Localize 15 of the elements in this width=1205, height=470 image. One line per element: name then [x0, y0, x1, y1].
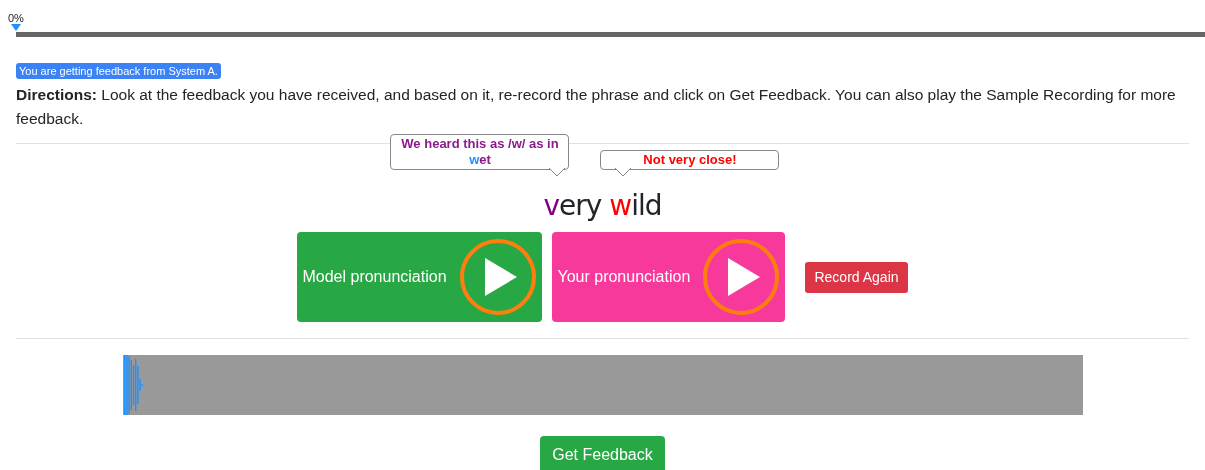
phrase-word: wild	[609, 189, 662, 222]
directions-text: Directions: Look at the feedback you have received, and based on it, re-record the phrase and click on Get Feedback. You can also play the Sample Recording for more feedback.	[16, 85, 1177, 129]
get-feedback-button[interactable]: Get Feedback	[540, 436, 665, 470]
phrase-word: very	[543, 189, 602, 222]
play-pronunciation-button[interactable]: Model pronunciation	[297, 232, 543, 322]
feedback-tooltip: Not very close!	[600, 150, 780, 178]
record-again-button[interactable]: Record Again	[805, 261, 908, 293]
play-pronunciation-button[interactable]: Your pronunciation	[552, 232, 786, 322]
tooltip-pointer-icon	[615, 168, 632, 177]
tooltip-pointer-icon	[549, 168, 566, 177]
play-icon	[702, 238, 781, 316]
progress-label: 0%	[8, 12, 25, 24]
play-icon	[459, 238, 538, 316]
system-badge: You are getting feedback from System A.	[16, 63, 221, 79]
feedback-tooltip: We heard this as /w/ as in wet	[390, 134, 570, 178]
